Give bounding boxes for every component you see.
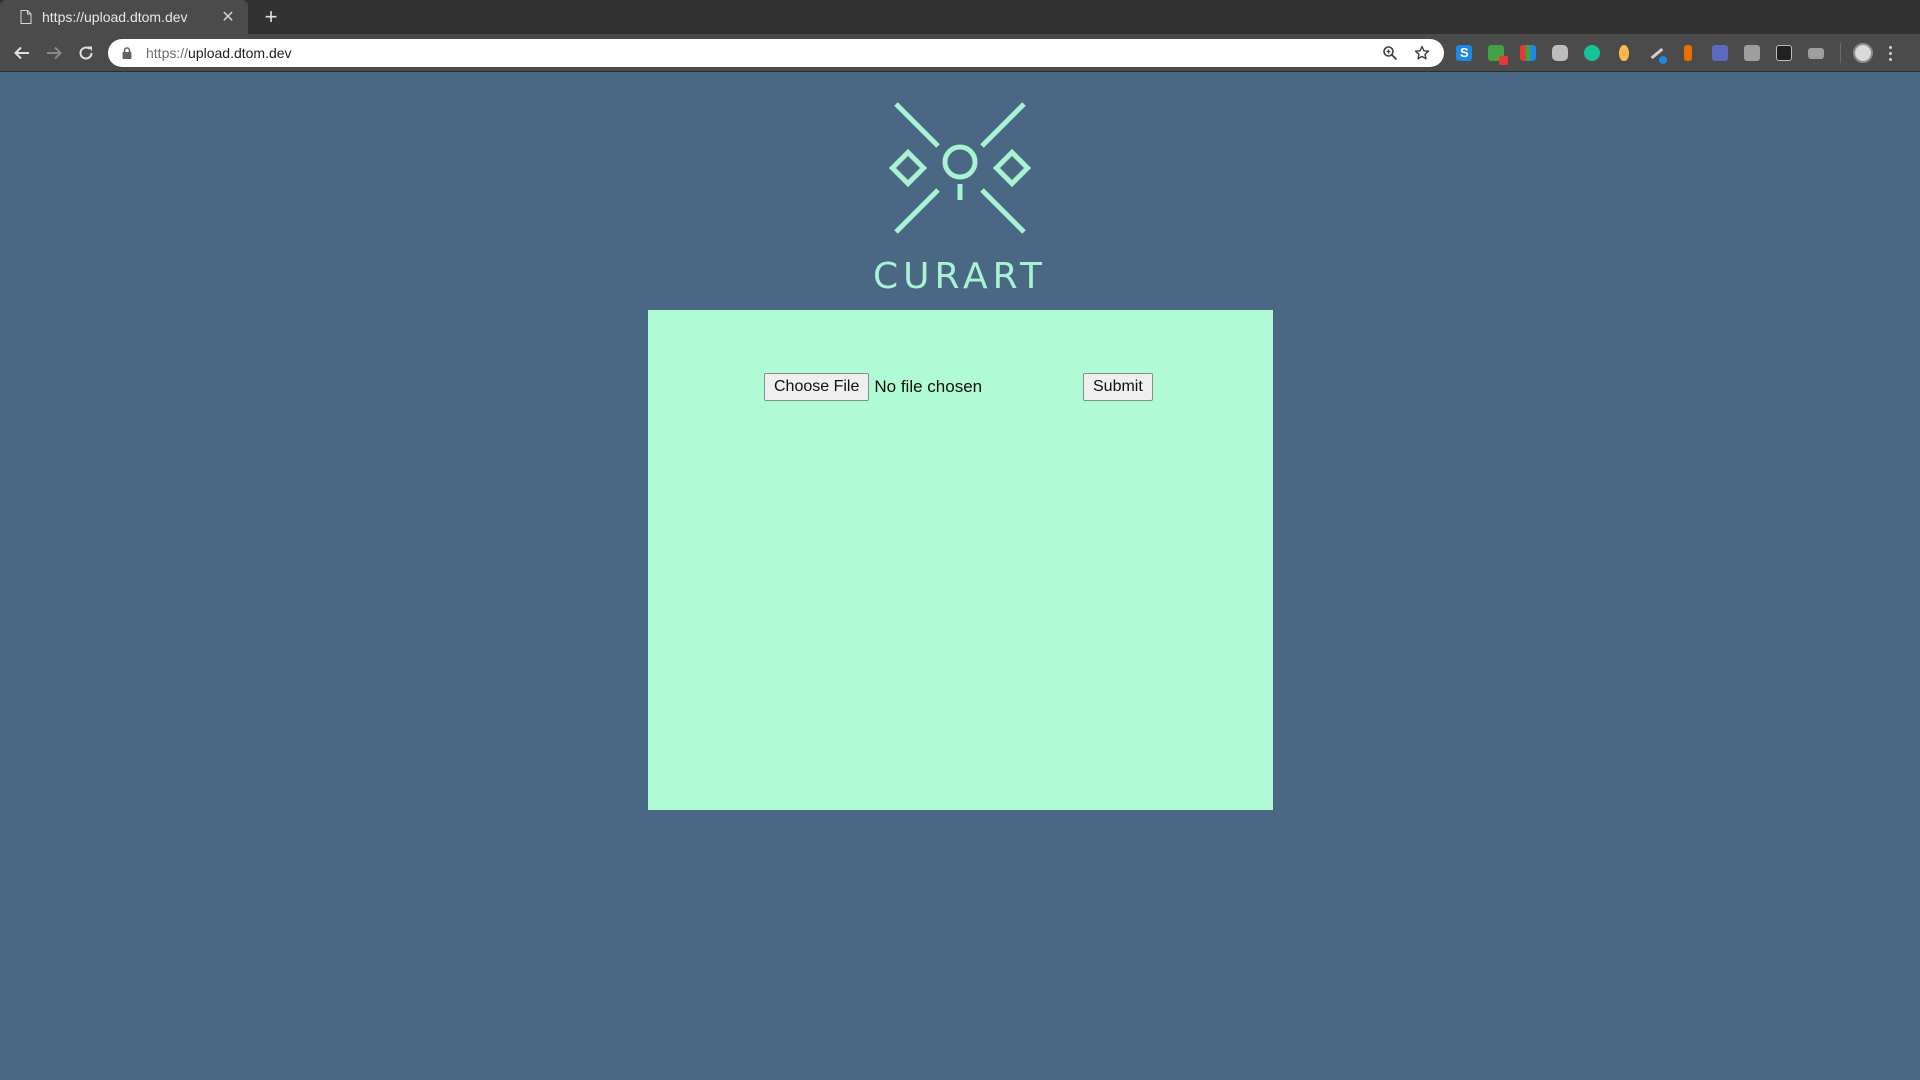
back-button[interactable] (10, 41, 34, 65)
badge-ext-icon[interactable] (1488, 45, 1508, 65)
brand-name: CURART (872, 256, 1048, 297)
pen-ext-icon[interactable] (1648, 45, 1667, 64)
browser-tab[interactable]: https://upload.dtom.dev ✕ (0, 0, 248, 34)
toolbar-separator (1840, 43, 1841, 63)
extensions-bar: S (1456, 42, 1893, 65)
grid-ext-icon[interactable] (1520, 45, 1536, 61)
zoom-icon (1383, 46, 1398, 61)
bookmark-ext-icon[interactable] (1684, 45, 1692, 61)
printer-ext-icon[interactable] (1776, 45, 1792, 61)
droplet-ext-icon[interactable] (1619, 45, 1629, 61)
mail-ext-icon[interactable] (1808, 47, 1824, 59)
star-icon (1414, 45, 1430, 60)
zoom-button[interactable] (1380, 43, 1400, 63)
url-host: upload.dtom.dev (188, 45, 292, 61)
document-icon (20, 10, 32, 24)
tab-close-icon[interactable]: ✕ (220, 7, 236, 27)
browser-toolbar: https://upload.dtom.dev S (0, 34, 1920, 72)
tab-strip: https://upload.dtom.dev ✕ + (0, 0, 1920, 34)
grammarly-icon[interactable] (1584, 45, 1600, 61)
new-tab-button[interactable]: + (258, 4, 284, 30)
file-input[interactable]: Choose File No file chosen (764, 373, 982, 401)
profile-avatar[interactable] (1853, 43, 1873, 63)
choose-file-button[interactable]: Choose File (764, 373, 870, 401)
bookmark-button[interactable] (1412, 43, 1432, 63)
lock-icon (122, 47, 132, 59)
k-ext-icon[interactable] (1744, 45, 1760, 61)
drive-ext-icon[interactable] (1552, 45, 1568, 61)
address-bar[interactable]: https://upload.dtom.dev (108, 39, 1444, 67)
forward-arrow-icon (47, 46, 62, 60)
image-ext-icon[interactable] (1712, 45, 1728, 61)
back-arrow-icon (14, 46, 29, 60)
url-scheme: https:// (146, 45, 189, 61)
browser-menu-icon[interactable] (1887, 45, 1893, 61)
file-status-text: No file chosen (874, 377, 983, 396)
submit-button[interactable]: Submit (1083, 373, 1153, 401)
upload-panel: Choose File No file chosen Submit (648, 310, 1273, 810)
skype-icon[interactable]: S (1456, 45, 1472, 61)
forward-button[interactable] (42, 41, 66, 65)
reload-button[interactable] (74, 41, 98, 65)
reload-icon (79, 46, 93, 60)
url-text: https://upload.dtom.dev (146, 45, 1368, 61)
tab-title: https://upload.dtom.dev (42, 9, 188, 25)
